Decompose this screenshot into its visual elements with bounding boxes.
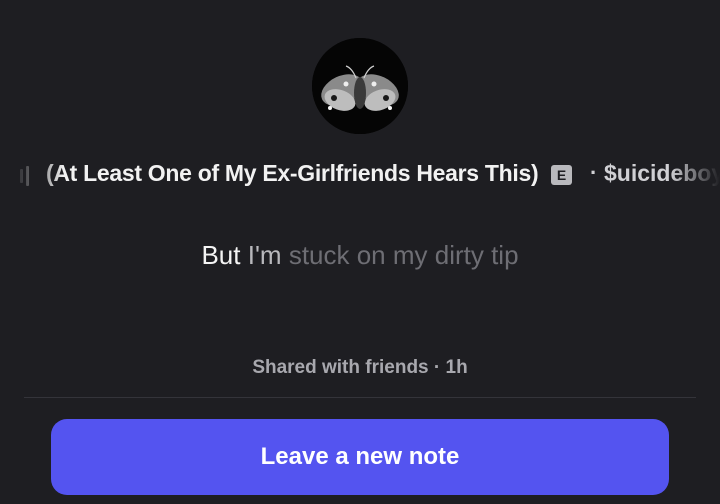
lyric-current-word: But bbox=[201, 240, 241, 270]
leave-new-note-button[interactable]: Leave a new note bbox=[51, 419, 669, 495]
lyric-upcoming-words: stuck on my dirty tip bbox=[288, 240, 519, 270]
lyric-next-word: I'm bbox=[247, 240, 282, 270]
artist-name[interactable]: $uicideboy$ bbox=[604, 160, 720, 187]
divider bbox=[24, 397, 696, 398]
track-title[interactable]: (At Least One of My Ex-Girlfriends Hears… bbox=[46, 160, 539, 187]
now-playing-bars-icon bbox=[20, 166, 38, 186]
moth-avatar bbox=[312, 38, 408, 134]
explicit-badge: E bbox=[551, 165, 572, 185]
artist-separator: · bbox=[590, 160, 598, 185]
shared-status: Shared with friends · 1h bbox=[252, 357, 468, 378]
note-sheet: (At Least One of My Ex-Girlfriends Hears… bbox=[0, 0, 720, 504]
note-lyric: But I'm stuck on my dirty tip bbox=[0, 240, 720, 271]
